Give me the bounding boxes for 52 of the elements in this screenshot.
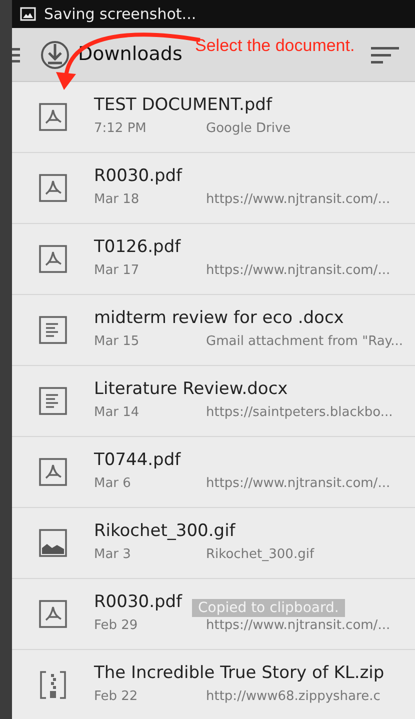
file-source: https://www.njtransit.com/...	[206, 617, 390, 636]
file-name: Rikochet_300.gif	[94, 521, 236, 542]
pdf-icon	[38, 173, 68, 203]
download-icon	[40, 40, 70, 70]
file-date: Mar 3	[94, 546, 132, 564]
file-row[interactable]: midterm review for eco .docx Mar 15 Gmail attachment from "Ray...	[12, 295, 415, 366]
file-date: Mar 15	[94, 333, 140, 352]
file-name: T0744.pdf	[94, 450, 181, 470]
file-row[interactable]: R0030.pdf Mar 18 https://www.njtransit.com/...	[12, 153, 415, 224]
file-source: Gmail attachment from "Ray...	[206, 333, 404, 352]
file-source: http://www68.zippyshare.c	[206, 688, 380, 706]
file-source: Google Drive	[206, 120, 291, 138]
file-name: TEST DOCUMENT.pdf	[94, 95, 272, 116]
pdf-icon	[38, 457, 68, 487]
file-date: Feb 22	[94, 688, 139, 706]
file-date: Feb 29	[94, 617, 139, 636]
file-row[interactable]: Literature Review.docx Mar 14 https://saintpeters.blackbo...	[12, 366, 415, 437]
file-name: Literature Review.docx	[94, 379, 288, 400]
toast-message: Copied to clipboard.	[192, 599, 345, 617]
file-date: Mar 17	[94, 262, 140, 280]
image-icon	[20, 7, 36, 21]
file-date: Mar 6	[94, 475, 132, 494]
screen-title: Downloads	[78, 42, 182, 68]
annotation-text: Select the document.	[195, 35, 355, 57]
file-source: https://www.njtransit.com/...	[206, 191, 390, 210]
file-row[interactable]: T0744.pdf Mar 6 https://www.njtransit.com/...	[12, 437, 415, 508]
file-row[interactable]: T0126.pdf Mar 17 https://www.njtransit.com/...	[12, 224, 415, 295]
file-source: https://saintpeters.blackbo...	[206, 404, 393, 422]
file-row[interactable]: TEST DOCUMENT.pdf 7:12 PM Google Drive	[12, 82, 415, 153]
zip-icon	[38, 670, 68, 700]
pdf-icon	[38, 244, 68, 274]
document-icon	[38, 386, 68, 416]
file-date: Mar 14	[94, 404, 140, 422]
file-name: R0030.pdf	[94, 592, 182, 612]
file-source: https://www.njtransit.com/...	[206, 262, 390, 280]
file-row[interactable]: The Incredible True Story of KL.zip Feb 22 http://www68.zippyshare.c	[12, 650, 415, 719]
file-source: Rikochet_300.gif	[206, 546, 314, 564]
menu-icon[interactable]	[12, 46, 22, 64]
file-date: 7:12 PM	[94, 120, 148, 138]
file-name: T0126.pdf	[94, 237, 181, 258]
file-name: midterm review for eco .docx	[94, 308, 344, 328]
document-icon	[38, 315, 68, 345]
sort-icon[interactable]	[371, 44, 399, 64]
pdf-icon	[38, 599, 68, 629]
file-name: R0030.pdf	[94, 166, 182, 186]
file-row[interactable]: Rikochet_300.gif Mar 3 Rikochet_300.gif	[12, 508, 415, 579]
file-name: The Incredible True Story of KL.zip	[94, 663, 384, 684]
file-date: Mar 18	[94, 191, 140, 210]
file-source: https://www.njtransit.com/...	[206, 475, 390, 494]
pdf-icon	[38, 102, 68, 132]
image-icon	[38, 528, 68, 558]
status-text: Saving screenshot...	[44, 4, 196, 25]
